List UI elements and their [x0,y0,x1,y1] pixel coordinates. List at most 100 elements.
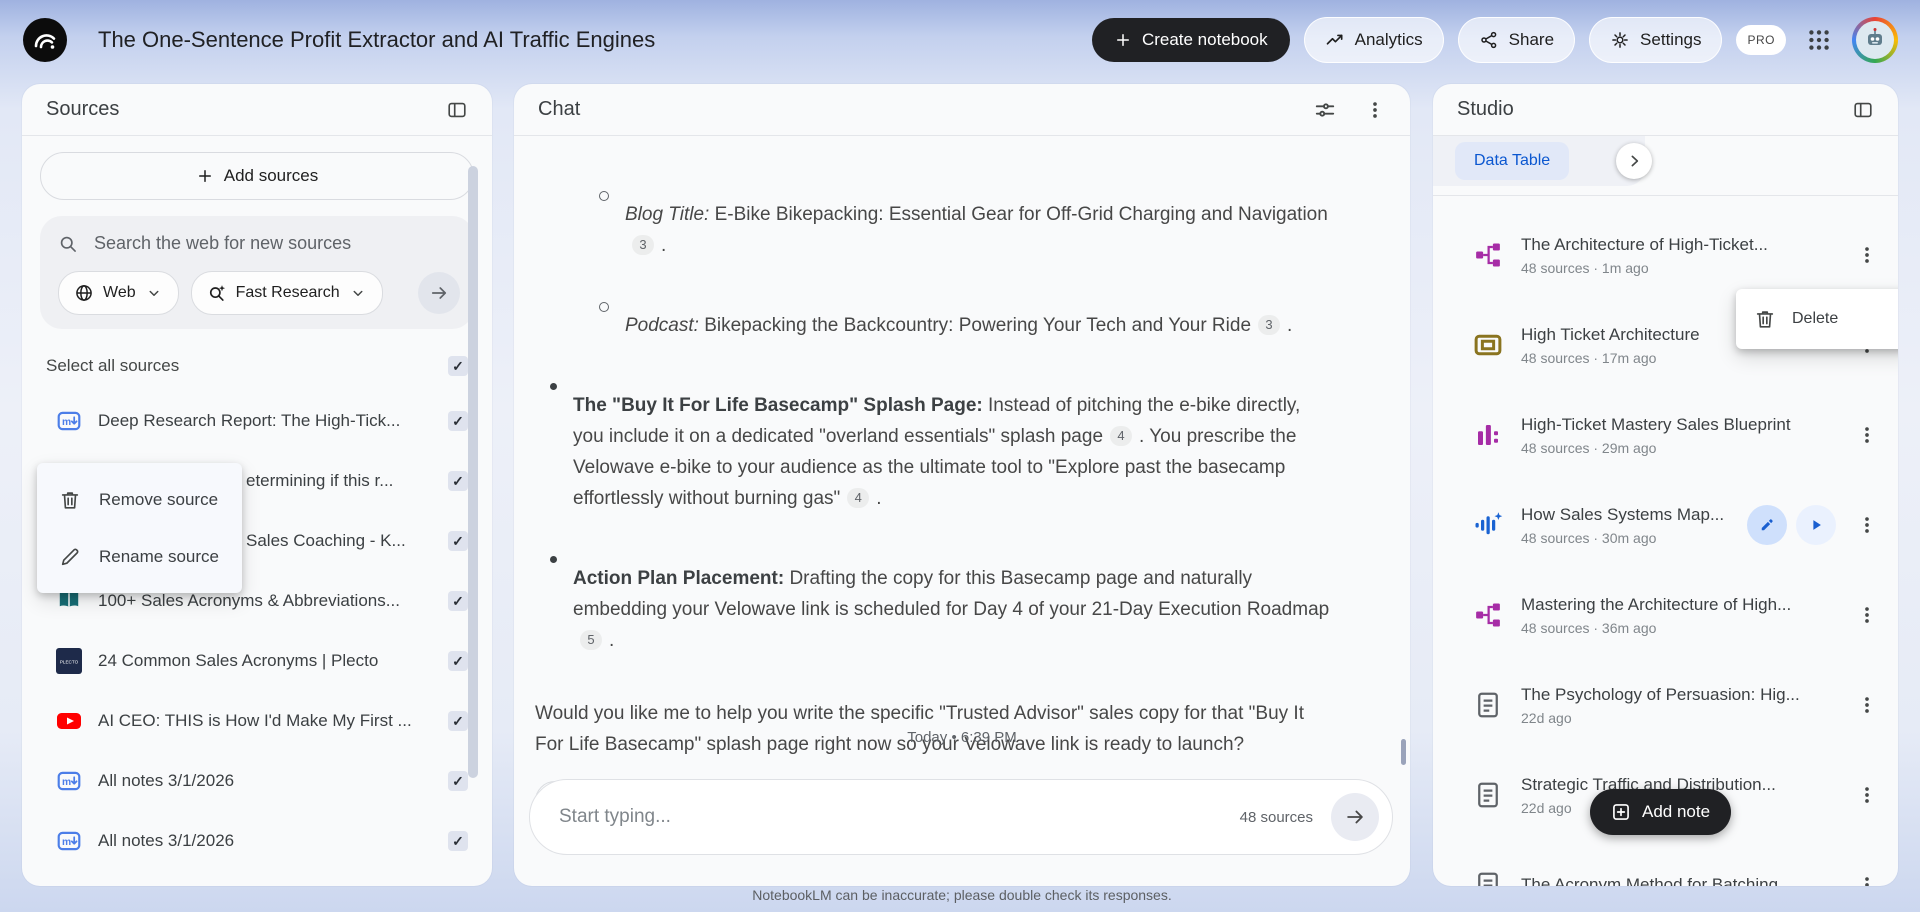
delete-menu-item[interactable]: Delete [1736,289,1898,349]
source-count-label: 48 sources [1239,808,1313,826]
research-mode-dropdown[interactable]: Fast Research [190,271,383,315]
plus-icon [1114,31,1132,49]
share-button[interactable]: Share [1457,17,1576,63]
pro-badge: PRO [1736,25,1786,55]
create-notebook-button[interactable]: Create notebook [1091,18,1290,62]
sources-panel-title: Sources [46,98,120,120]
slideshow-icon [1473,330,1503,360]
select-all-checkbox[interactable] [448,356,468,376]
chat-panel: Chat Blog Title: E-Bike Bikepacking: Ess… [514,84,1410,886]
google-apps-grid-icon[interactable] [1800,27,1838,53]
source-row[interactable]: Deep Research Report: The High-Tick... [22,391,492,451]
mindmap-icon [1473,240,1503,270]
data-table-chip[interactable]: Data Table [1455,142,1570,180]
trash-icon [59,489,81,511]
chevron-down-icon [145,284,163,302]
studio-item[interactable]: The Acronym Method for Batching... [1433,840,1898,886]
source-checkbox[interactable] [448,411,468,431]
studio-panel: Studio Data Table The Architecture of Hi… [1433,84,1898,886]
select-all-label: Select all sources [46,356,180,375]
source-checkbox[interactable] [448,471,468,491]
source-checkbox[interactable] [448,831,468,851]
studio-item[interactable]: The Architecture of High-Ticket... 48 sou… [1433,210,1898,300]
search-input[interactable] [92,232,460,255]
youtube-icon [56,708,82,734]
hollow-bullet-icon [599,191,609,201]
chat-scrollbar[interactable] [1401,739,1406,765]
top-bar: The One-Sentence Profit Extractor and AI… [0,0,1920,80]
notebooklm-note-icon [56,408,82,434]
add-note-button[interactable]: Add note [1590,789,1732,835]
plus-icon [196,167,214,185]
play-audio-button[interactable] [1796,505,1836,545]
analytics-button[interactable]: Analytics [1303,17,1444,63]
item-more-options-icon[interactable] [1856,784,1878,806]
search-submit-button[interactable] [418,272,460,314]
item-more-options-icon[interactable] [1856,604,1878,626]
citation-chip[interactable]: 3 [1258,314,1281,335]
citation-chip[interactable]: 4 [1110,425,1133,446]
source-checkbox[interactable] [448,711,468,731]
more-options-icon[interactable] [1364,99,1386,121]
tune-icon[interactable] [1314,99,1336,121]
sources-panel: Sources Add sources Web Fast Research [22,84,492,886]
chat-bullet: Action Plan Placement: Drafting the copy… [535,544,1340,675]
source-row[interactable]: All notes 3/1/2026 [22,811,492,871]
item-more-options-icon[interactable] [1856,244,1878,266]
plecto-favicon: PLECTO [56,648,82,674]
chat-timestamp: Today • 6:39 PM [907,729,1017,746]
chat-sub-bullet: Blog Title: E-Bike Bikepacking: Essentia… [535,180,1340,280]
studio-item[interactable]: High-Ticket Mastery Sales Blueprint 48 so… [1433,390,1898,480]
item-more-options-icon[interactable] [1856,694,1878,716]
disclaimer-text: NotebookLM can be inaccurate; please dou… [752,887,1172,903]
interactive-mode-button[interactable] [1747,505,1787,545]
web-filter-dropdown[interactable]: Web [58,271,179,315]
studio-item[interactable]: How Sales Systems Map... 48 sources · 30m… [1433,480,1898,570]
report-bars-icon [1473,420,1503,450]
collapse-panel-icon[interactable] [446,99,468,121]
item-more-options-icon[interactable] [1856,424,1878,446]
item-more-options-icon[interactable] [1856,874,1878,886]
chevron-down-icon [349,284,367,302]
avatar[interactable] [1852,17,1898,63]
spark-search-icon [207,283,227,303]
chat-message-area: Blog Title: E-Bike Bikepacking: Essentia… [514,136,1410,823]
citation-chip[interactable]: 4 [847,487,870,508]
source-row[interactable]: PLECTO 24 Common Sales Acronyms | Plecto [22,631,492,691]
chat-input[interactable] [557,805,1240,829]
add-sources-button[interactable]: Add sources [40,152,474,200]
source-row[interactable]: AI CEO: THIS is How I'd Make My First ..… [22,691,492,751]
source-checkbox[interactable] [448,531,468,551]
chip-scroll-right-button[interactable] [1616,143,1652,179]
studio-item[interactable]: The Psychology of Persuasion: Hig... 22d … [1433,660,1898,750]
chat-bullet: The "Buy It For Life Basecamp" Splash Pa… [535,371,1340,533]
source-checkbox[interactable] [448,591,468,611]
source-context-menu: Remove source Rename source [37,463,242,593]
remove-source-menu-item[interactable]: Remove source [37,471,242,528]
notebooklm-note-icon [56,828,82,854]
source-checkbox[interactable] [448,651,468,671]
item-more-options-icon[interactable] [1856,514,1878,536]
source-row[interactable]: All notes 3/1/2026 [22,751,492,811]
source-checkbox[interactable] [448,771,468,791]
notebooklm-logo[interactable] [22,17,68,63]
document-icon [1473,870,1503,886]
audio-waveform-icon [1473,510,1503,540]
citation-chip[interactable]: 3 [632,234,654,255]
settings-button[interactable]: Settings [1589,17,1723,63]
citation-chip[interactable]: 5 [580,629,602,650]
notebooklm-app: The One-Sentence Profit Extractor and AI… [0,0,1920,912]
send-button[interactable] [1331,793,1379,841]
sources-scrollbar[interactable] [468,166,478,778]
gear-icon [1610,30,1630,50]
expand-panel-icon[interactable] [1852,99,1874,121]
web-search-box: Web Fast Research [40,216,474,329]
rename-source-menu-item[interactable]: Rename source [37,528,242,585]
avatar-image [1856,21,1894,59]
bullet-dot-icon [550,556,557,563]
studio-item[interactable]: Mastering the Architecture of High... 48 … [1433,570,1898,660]
svg-text:PLECTO: PLECTO [60,660,79,665]
globe-icon [74,283,94,303]
notebook-title[interactable]: The One-Sentence Profit Extractor and AI… [98,27,655,53]
pencil-icon [59,546,81,568]
